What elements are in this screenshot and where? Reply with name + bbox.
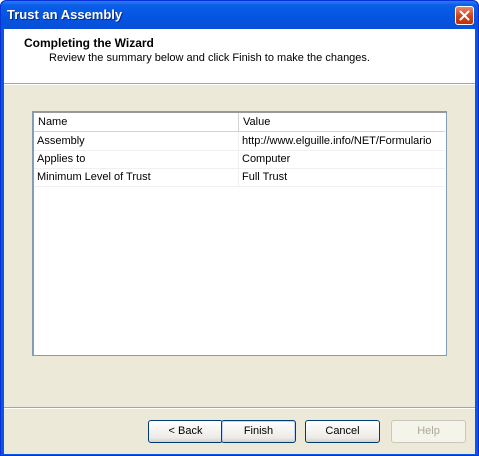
title-bar[interactable]: Trust an Assembly [1, 1, 478, 29]
summary-listview[interactable]: Name Value Assembly http://www.elguille.… [32, 111, 447, 356]
header-divider [4, 84, 475, 85]
row-value-cell: Full Trust [242, 171, 288, 183]
wizard-client-area: Completing the Wizard Review the summary… [4, 29, 475, 454]
row-name-cell: Minimum Level of Trust [34, 168, 239, 186]
table-row[interactable]: Applies to Computer [34, 150, 445, 169]
wizard-window: Trust an Assembly Completing the Wizard … [0, 0, 479, 456]
close-icon [459, 10, 470, 21]
table-row[interactable]: Minimum Level of Trust Full Trust [34, 168, 445, 187]
close-button[interactable] [455, 6, 474, 25]
finish-button[interactable]: Finish [221, 420, 296, 443]
cancel-button[interactable]: Cancel [305, 420, 380, 443]
column-header-value[interactable]: Value [239, 113, 445, 131]
row-name-cell: Applies to [34, 150, 239, 168]
window-title: Trust an Assembly [7, 7, 123, 22]
listview-header: Name Value [34, 113, 445, 132]
row-value-cell: Computer [242, 153, 291, 165]
page-subtitle: Review the summary below and click Finis… [49, 52, 370, 64]
wizard-header: Completing the Wizard Review the summary… [4, 29, 475, 84]
row-value-cell: http://www.elguille.info/NET/Formulario [242, 135, 432, 147]
page-title: Completing the Wizard [24, 36, 154, 50]
column-header-name[interactable]: Name [34, 113, 239, 131]
back-button[interactable]: < Back [148, 420, 223, 443]
table-row[interactable]: Assembly http://www.elguille.info/NET/Fo… [34, 132, 445, 151]
help-button[interactable]: Help [391, 420, 466, 443]
footer-divider-highlight [4, 408, 475, 409]
row-name-cell: Assembly [34, 132, 239, 150]
